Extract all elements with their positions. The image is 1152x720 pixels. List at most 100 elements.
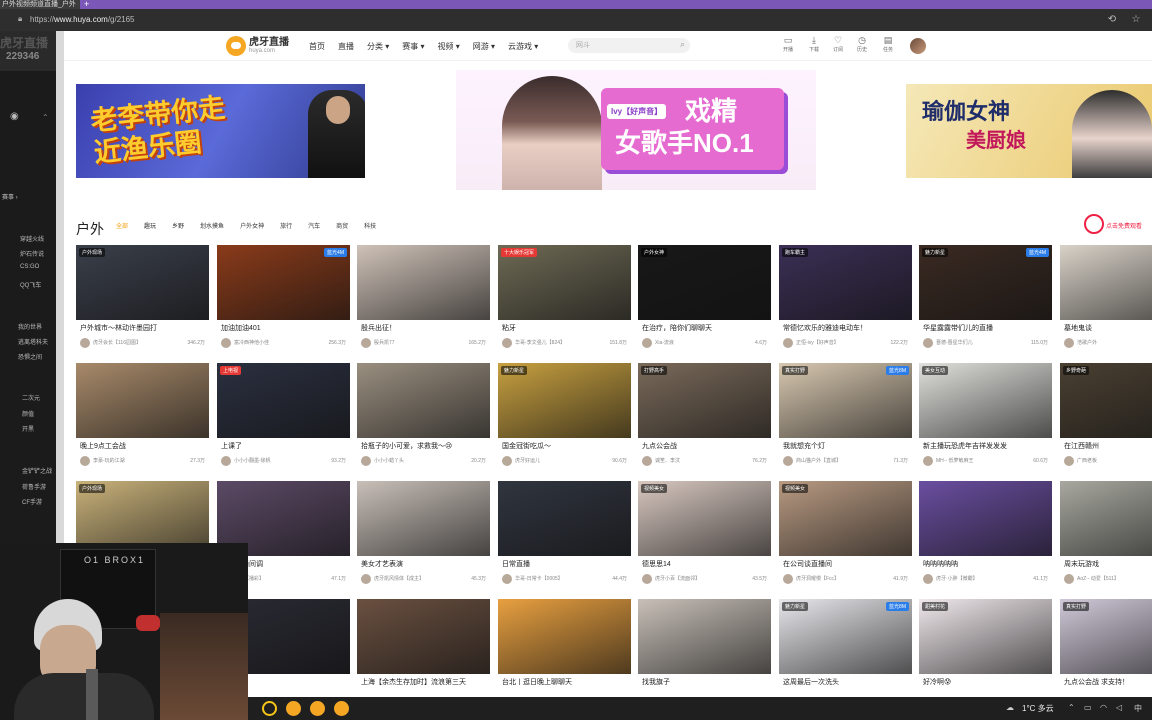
room-thumbnail[interactable]	[357, 481, 490, 556]
live-room-card[interactable]: 十大娱乐冠军 粘牙 华哥-李文强儿【824】 151.8万	[498, 245, 631, 353]
huya-logo[interactable]: 虎牙直播 huya.com	[226, 35, 289, 57]
live-room-card[interactable]: 日常直播 华哥-日常卡【0005】 44.4万	[498, 481, 631, 589]
live-room-card[interactable]: 美女才艺表演 虎牙凯风情体【成主】 45.3万	[357, 481, 490, 589]
room-thumbnail[interactable]	[357, 599, 490, 674]
live-room-card[interactable]: 户外现场 户外城市～林动许墨园打 虎牙会长【116园图】 346.2万	[76, 245, 209, 353]
room-title[interactable]: 好冷啊😰	[923, 678, 1048, 688]
chevron-up-icon[interactable]: ⌃	[42, 113, 49, 122]
filter-tab[interactable]: 户外女神	[240, 222, 264, 232]
ime-indicator[interactable]: 中	[1134, 703, 1142, 714]
anchor-avatar[interactable]	[80, 338, 90, 348]
room-thumbnail[interactable]	[1060, 481, 1152, 556]
live-room-card[interactable]: 魅力新星 蓝光8M 这周最后一次洗头	[779, 599, 912, 697]
room-title[interactable]: 华星露露带们儿的直播	[923, 324, 1048, 334]
filter-tab[interactable]: 全部	[116, 222, 128, 232]
room-thumbnail[interactable]: 真实打野	[1060, 599, 1152, 674]
live-room-card[interactable]: 真实打野 蓝光8M 我就想充个灯 商山猫户外【直城】 71.3万	[779, 363, 912, 471]
filter-tab[interactable]: 划水摸鱼	[200, 222, 224, 232]
eye-icon[interactable]: ◉	[10, 111, 19, 122]
live-room-card[interactable]: 上电视 上课了 小小小翻墨-徐帆 93.2万	[217, 363, 350, 471]
sidebar-item[interactable]: 逃离塔科夫	[18, 337, 48, 346]
anchor-name[interactable]: 华哥-日常卡【0005】	[515, 574, 563, 584]
room-thumbnail[interactable]: 跑车霸主	[779, 245, 912, 320]
room-thumbnail[interactable]: 美女互动	[919, 363, 1052, 438]
room-title[interactable]: 德思思14	[642, 560, 767, 570]
anchor-avatar[interactable]	[923, 456, 933, 466]
nav-item[interactable]: 视频 ▾	[438, 41, 460, 52]
live-room-card[interactable]: 墓地鬼谈 浩歌户外	[1060, 245, 1152, 353]
filter-tab[interactable]: 科技	[364, 222, 376, 232]
room-title[interactable]: 在公司谈直播间	[783, 560, 908, 570]
anchor-avatar[interactable]	[1064, 574, 1074, 584]
anchor-avatar[interactable]	[502, 338, 512, 348]
nav-item[interactable]: 网游 ▾	[473, 41, 495, 52]
anchor-name[interactable]: 浩歌户外	[1077, 338, 1097, 348]
header-tool-4[interactable]: ▤ 任务	[878, 35, 898, 54]
room-title[interactable]: 上海【余杰生存加时】流浪第三天	[361, 678, 486, 688]
anchor-avatar[interactable]	[221, 456, 231, 466]
filter-tab[interactable]: 汽车	[308, 222, 320, 232]
anchor-avatar[interactable]	[361, 574, 371, 584]
wifi-icon[interactable]: ◠	[1100, 703, 1107, 712]
room-thumbnail[interactable]	[919, 481, 1052, 556]
room-title[interactable]: 粘牙	[502, 324, 627, 334]
filter-tab[interactable]: 商贸	[336, 222, 348, 232]
search-icon[interactable]: ⌕	[680, 39, 685, 50]
user-avatar[interactable]	[910, 38, 926, 54]
sidebar-item[interactable]: 我的世界	[18, 322, 42, 331]
live-room-card[interactable]: 魅力新星 国金冠街吃瓜～ 虎牙好运儿 90.6万	[498, 363, 631, 471]
anchor-name[interactable]: 商山猫户外【直城】	[796, 456, 841, 466]
room-title[interactable]: 美女才艺表演	[361, 560, 486, 570]
huya-taskbar-icon[interactable]	[310, 701, 325, 716]
huya-taskbar-icon[interactable]	[334, 701, 349, 716]
filter-tab[interactable]: 旅行	[280, 222, 292, 232]
live-room-card[interactable]: 呐呐呐呐呐 虎牙·小胖【微霸】 41.1万	[919, 481, 1052, 589]
filter-tab[interactable]: 乡野	[172, 222, 184, 232]
search-box[interactable]: 网斗 ⌕	[568, 38, 690, 53]
anchor-name[interactable]: 华哥-李文强儿【824】	[515, 338, 565, 348]
room-thumbnail[interactable]: 视频美女	[638, 481, 771, 556]
anchor-name[interactable]: AoZ·- 动爱【511】	[1077, 574, 1119, 584]
room-thumbnail[interactable]	[498, 599, 631, 674]
room-thumbnail[interactable]: 十大娱乐冠军	[498, 245, 631, 320]
room-title[interactable]: 九点公会战	[642, 442, 767, 452]
room-title[interactable]: 日常直播	[502, 560, 627, 570]
anchor-name[interactable]: 小小小翻墨-徐帆	[234, 456, 271, 466]
room-thumbnail[interactable]	[76, 363, 209, 438]
anchor-name[interactable]: 虎牙会长【116园图】	[93, 338, 141, 348]
anchor-name[interactable]: 殷兵凯77	[374, 338, 395, 348]
room-title[interactable]: 我就想充个灯	[783, 442, 908, 452]
live-room-card[interactable]: 拾瓶子的小可爱，求救我～😢 小小小蜡丫头 20.2万	[357, 363, 490, 471]
live-room-card[interactable]: 视频美女 在公司谈直播间 虎牙洞曜慢【Fcc】 41.9万	[779, 481, 912, 589]
tray-chevron-icon[interactable]: ⌃	[1068, 703, 1075, 712]
url-field[interactable]: https://www.huya.com/g/2165	[30, 14, 135, 26]
lock-icon[interactable]: 🔒︎	[18, 14, 26, 24]
extension-icon[interactable]: ⟲	[1106, 14, 1118, 26]
search-taskbar-icon[interactable]	[262, 701, 277, 716]
live-room-card[interactable]: 蓝光4M 加油加油401 富冷西神他小佳 256.3万	[217, 245, 350, 353]
anchor-name[interactable]: 小小小蜡丫头	[374, 456, 404, 466]
anchor-avatar[interactable]	[361, 338, 371, 348]
room-title[interactable]: 新主播玩恐虎年吉祥发发发	[923, 442, 1048, 452]
nav-item[interactable]: 赛事 ▾	[402, 41, 424, 52]
sidebar-item[interactable]: 赛事 ›	[2, 192, 18, 201]
anchor-name[interactable]: 虎牙小百【流面邻】	[655, 574, 700, 584]
anchor-avatar[interactable]	[361, 456, 371, 466]
room-thumbnail[interactable]: 蓝光4M	[217, 245, 350, 320]
anchor-avatar[interactable]	[502, 574, 512, 584]
room-thumbnail[interactable]: 真实打野 蓝光8M	[779, 363, 912, 438]
sidebar-item[interactable]: 二次元	[22, 393, 40, 402]
room-thumbnail[interactable]: 魅力新星 蓝光4M	[919, 245, 1052, 320]
nav-item[interactable]: 直播	[338, 41, 354, 52]
room-thumbnail[interactable]: 甜美村花	[919, 599, 1052, 674]
anchor-name[interactable]: 虎牙洞曜慢【Fcc】	[796, 574, 839, 584]
anchor-avatar[interactable]	[221, 338, 231, 348]
anchor-avatar[interactable]	[642, 574, 652, 584]
header-tool-3[interactable]: ◷ 历史	[852, 35, 872, 54]
room-thumbnail[interactable]: 魅力新星 蓝光8M	[779, 599, 912, 674]
banner-left[interactable]: 老李带你走近渔乐圈	[76, 84, 365, 178]
sidebar-item[interactable]: CS:GO	[20, 264, 39, 270]
live-room-card[interactable]: 魅力新星 蓝光4M 华星露露带们儿的直播 晋德-晋星华们儿 115.0万	[919, 245, 1052, 353]
anchor-name[interactable]: Xia-流浪	[655, 338, 674, 348]
room-title[interactable]: 拾瓶子的小可爱，求救我～😢	[361, 442, 486, 452]
